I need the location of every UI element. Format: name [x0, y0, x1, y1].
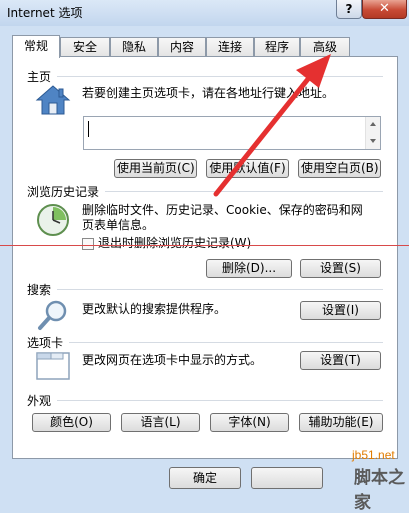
- watermark-name: 脚本之家: [354, 468, 405, 513]
- annotation-arrow-icon: [213, 54, 331, 197]
- watermark-site: jb51.net: [352, 448, 395, 462]
- site-watermark: jb51.net 脚本之家: [340, 446, 409, 513]
- tab-general[interactable]: 常规: [12, 35, 60, 58]
